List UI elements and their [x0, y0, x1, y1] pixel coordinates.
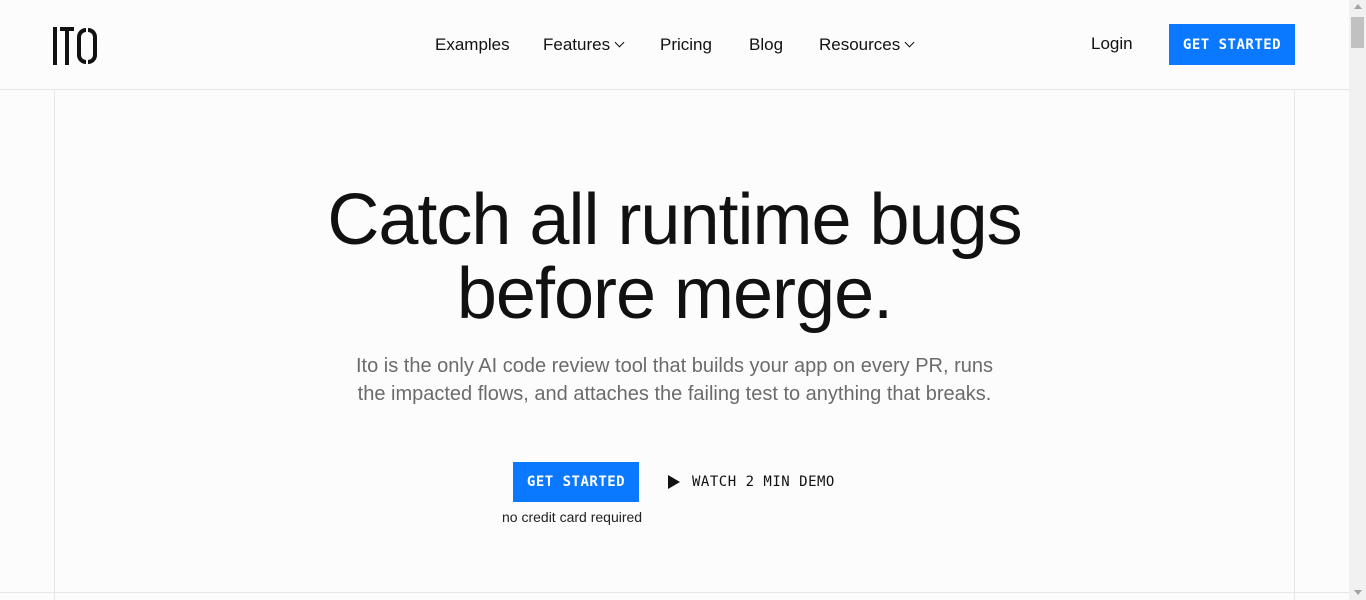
- logo-paren-right: [88, 28, 97, 64]
- chevron-down-icon: [904, 37, 915, 48]
- logo-paren-left: [77, 28, 86, 64]
- header-get-started-button[interactable]: GET STARTED: [1169, 24, 1295, 65]
- no-credit-card-note: no credit card required: [502, 509, 643, 525]
- nav-blog[interactable]: Blog: [749, 35, 783, 55]
- watch-demo-button[interactable]: WATCH 2 MIN DEMO: [668, 472, 835, 492]
- nav-resources[interactable]: Resources: [819, 34, 915, 55]
- nav-pricing[interactable]: Pricing: [660, 35, 712, 55]
- nav-examples[interactable]: Examples: [435, 35, 510, 55]
- nav-label: Examples: [435, 34, 510, 54]
- nav-label: Features: [543, 34, 611, 54]
- site-header: Examples Features Pricing Blog Resources…: [0, 0, 1349, 90]
- ito-logo[interactable]: [53, 26, 97, 66]
- chevron-down-icon: [614, 37, 625, 48]
- hero-title-line1: Catch all runtime bugs: [327, 180, 1022, 260]
- frame-line-bottom: [0, 592, 1349, 593]
- frame-line-right: [1294, 90, 1295, 600]
- hero-get-started-button[interactable]: GET STARTED: [513, 462, 639, 502]
- nav-label: Blog: [749, 34, 784, 54]
- watch-demo-label: WATCH 2 MIN DEMO: [692, 474, 835, 490]
- nav-label: Pricing: [660, 34, 712, 54]
- hero-title-line2: before merge.: [456, 254, 893, 334]
- logo-i: [53, 27, 57, 65]
- nav-label: Resources: [819, 34, 901, 54]
- nav-features[interactable]: Features: [543, 34, 625, 55]
- scroll-down-arrow-icon[interactable]: [1354, 590, 1362, 595]
- hero-subtitle-line2: the impacted flows, and attaches the fai…: [357, 383, 992, 405]
- hero-title: Catch all runtime bugs before merge.: [0, 183, 1349, 331]
- scroll-up-arrow-icon[interactable]: [1354, 4, 1362, 9]
- scroll-thumb[interactable]: [1351, 17, 1364, 48]
- page-scrollbar[interactable]: [1349, 0, 1366, 600]
- hero-subtitle-line1: Ito is the only AI code review tool that…: [355, 355, 993, 377]
- hero-subtitle: Ito is the only AI code review tool that…: [0, 352, 1349, 408]
- login-link[interactable]: Login: [1091, 34, 1133, 54]
- frame-line-left: [54, 90, 55, 600]
- play-icon: [668, 475, 680, 489]
- logo-t: [60, 27, 74, 65]
